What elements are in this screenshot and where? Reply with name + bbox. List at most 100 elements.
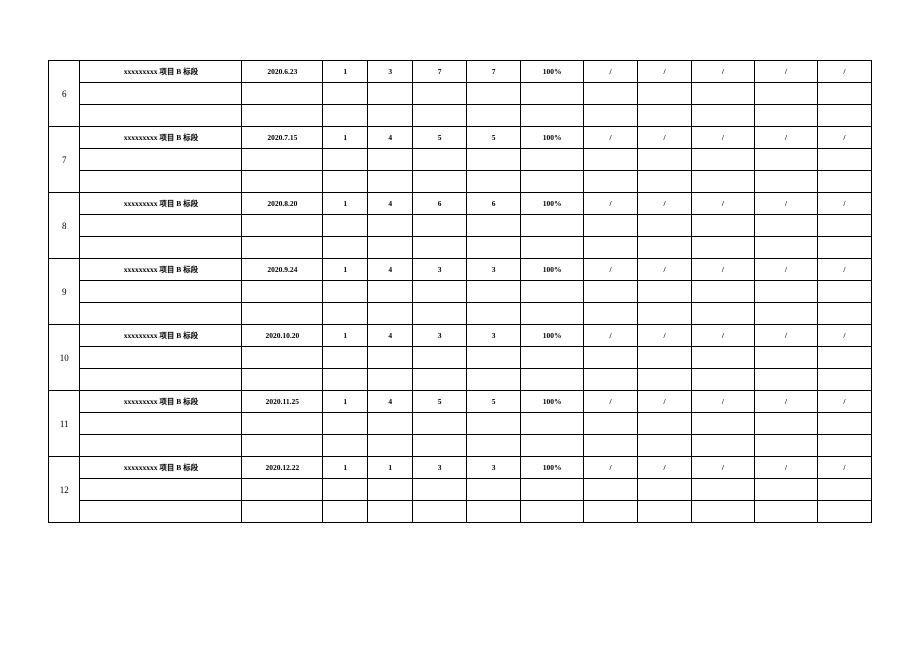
empty-cell	[242, 149, 323, 171]
empty-cell	[413, 105, 467, 127]
row-index: 12	[49, 457, 80, 523]
empty-cell	[323, 171, 368, 193]
num-cell: 4	[368, 193, 413, 215]
empty-cell	[817, 83, 871, 105]
slash-cell: /	[817, 259, 871, 281]
empty-cell	[368, 369, 413, 391]
slash-cell: /	[638, 61, 692, 83]
empty-cell	[584, 237, 638, 259]
date-cell: 2020.12.22	[242, 457, 323, 479]
empty-cell	[521, 281, 584, 303]
empty-cell	[638, 435, 692, 457]
empty-cell	[368, 83, 413, 105]
slash-cell: /	[754, 325, 817, 347]
empty-cell	[638, 105, 692, 127]
slash-cell: /	[691, 259, 754, 281]
empty-cell	[584, 369, 638, 391]
empty-cell	[467, 149, 521, 171]
num-cell: 1	[323, 193, 368, 215]
empty-cell	[584, 171, 638, 193]
empty-cell	[467, 435, 521, 457]
slash-cell: /	[754, 61, 817, 83]
empty-cell	[638, 369, 692, 391]
slash-cell: /	[817, 457, 871, 479]
slash-cell: /	[584, 325, 638, 347]
empty-cell	[323, 501, 368, 523]
date-cell: 2020.9.24	[242, 259, 323, 281]
empty-cell	[584, 149, 638, 171]
empty-cell	[467, 347, 521, 369]
empty-cell	[242, 479, 323, 501]
num-cell: 3	[467, 325, 521, 347]
num-cell: 3	[368, 61, 413, 83]
empty-cell	[242, 501, 323, 523]
percent-cell: 100%	[521, 127, 584, 149]
empty-cell	[467, 479, 521, 501]
slash-cell: /	[638, 325, 692, 347]
table-row: 8xxxxxxxxx 项目 B 标段2020.8.201466100%/////	[49, 193, 872, 215]
table-subrow	[49, 83, 872, 105]
date-cell: 2020.11.25	[242, 391, 323, 413]
empty-cell	[521, 347, 584, 369]
empty-cell	[691, 347, 754, 369]
empty-cell	[584, 479, 638, 501]
num-cell: 7	[413, 61, 467, 83]
slash-cell: /	[638, 391, 692, 413]
slash-cell: /	[691, 127, 754, 149]
empty-cell	[638, 281, 692, 303]
num-cell: 1	[323, 457, 368, 479]
empty-cell	[638, 83, 692, 105]
empty-cell	[521, 479, 584, 501]
table-subrow	[49, 413, 872, 435]
empty-cell	[323, 281, 368, 303]
table-subrow	[49, 171, 872, 193]
empty-cell	[691, 215, 754, 237]
empty-cell	[242, 413, 323, 435]
num-cell: 3	[413, 259, 467, 281]
empty-cell	[242, 171, 323, 193]
empty-cell	[691, 413, 754, 435]
empty-cell	[521, 215, 584, 237]
empty-cell	[368, 105, 413, 127]
empty-cell	[638, 215, 692, 237]
empty-cell	[521, 105, 584, 127]
empty-cell	[413, 171, 467, 193]
slash-cell: /	[817, 61, 871, 83]
empty-cell	[521, 83, 584, 105]
num-cell: 5	[413, 127, 467, 149]
empty-cell	[323, 83, 368, 105]
empty-cell	[754, 105, 817, 127]
row-index: 10	[49, 325, 80, 391]
percent-cell: 100%	[521, 457, 584, 479]
num-cell: 4	[368, 391, 413, 413]
num-cell: 5	[467, 391, 521, 413]
empty-cell	[80, 281, 242, 303]
table-subrow	[49, 303, 872, 325]
empty-cell	[691, 149, 754, 171]
empty-cell	[368, 347, 413, 369]
slash-cell: /	[584, 193, 638, 215]
percent-cell: 100%	[521, 259, 584, 281]
empty-cell	[242, 435, 323, 457]
empty-cell	[80, 171, 242, 193]
empty-cell	[691, 105, 754, 127]
slash-cell: /	[638, 259, 692, 281]
empty-cell	[467, 369, 521, 391]
slash-cell: /	[584, 457, 638, 479]
empty-cell	[584, 281, 638, 303]
empty-cell	[467, 215, 521, 237]
empty-cell	[638, 347, 692, 369]
empty-cell	[691, 237, 754, 259]
empty-cell	[817, 149, 871, 171]
empty-cell	[413, 149, 467, 171]
empty-cell	[242, 215, 323, 237]
table-row: 9xxxxxxxxx 项目 B 标段2020.9.241433100%/////	[49, 259, 872, 281]
slash-cell: /	[754, 127, 817, 149]
empty-cell	[323, 347, 368, 369]
slash-cell: /	[754, 259, 817, 281]
empty-cell	[368, 303, 413, 325]
empty-cell	[521, 413, 584, 435]
slash-cell: /	[584, 61, 638, 83]
table-row: 11xxxxxxxxx 项目 B 标段2020.11.251455100%///…	[49, 391, 872, 413]
empty-cell	[817, 413, 871, 435]
